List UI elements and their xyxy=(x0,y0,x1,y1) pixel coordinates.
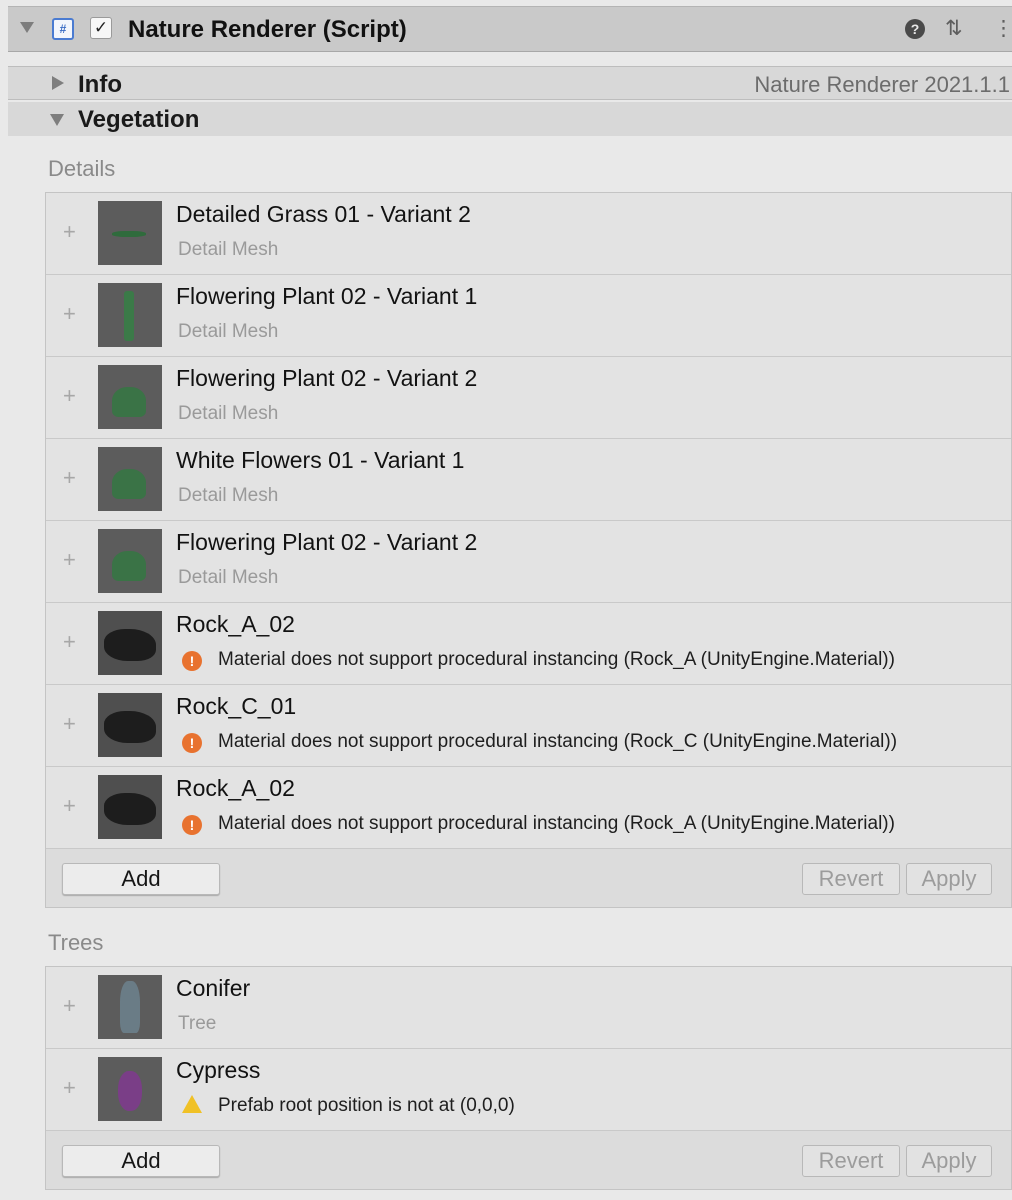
trees-list: + Conifer Tree + Cypress Prefab root pos… xyxy=(45,966,1012,1190)
plus-icon[interactable]: + xyxy=(63,711,76,737)
item-type: Detail Mesh xyxy=(178,485,279,506)
plus-icon[interactable]: + xyxy=(63,465,76,491)
mesh-thumbnail xyxy=(98,693,162,757)
mesh-thumbnail xyxy=(98,283,162,347)
vegetation-label: Vegetation xyxy=(78,106,200,133)
item-name: Rock_C_01 xyxy=(176,693,297,719)
mesh-thumbnail xyxy=(98,529,162,593)
item-type: Detail Mesh xyxy=(178,567,279,588)
details-list: + Detailed Grass 01 - Variant 2 Detail M… xyxy=(45,192,1012,908)
plus-icon[interactable]: + xyxy=(63,219,76,245)
revert-button[interactable]: Revert xyxy=(802,1145,900,1177)
error-message: Material does not support procedural ins… xyxy=(218,813,895,834)
item-name: Detailed Grass 01 - Variant 2 xyxy=(176,201,471,227)
list-item[interactable]: + Flowering Plant 02 - Variant 2 Detail … xyxy=(46,357,1011,439)
item-name: Conifer xyxy=(176,975,251,1001)
apply-button[interactable]: Apply xyxy=(906,863,992,895)
error-icon: ! xyxy=(182,815,202,835)
details-label: Details xyxy=(48,156,116,181)
item-type: Detail Mesh xyxy=(178,403,279,424)
tree-thumbnail xyxy=(98,1057,162,1121)
collapsed-arrow-icon[interactable] xyxy=(52,76,64,90)
item-name: Flowering Plant 02 - Variant 1 xyxy=(176,283,478,309)
item-name: Flowering Plant 02 - Variant 2 xyxy=(176,365,478,391)
item-type: Detail Mesh xyxy=(178,239,279,260)
component-title: Nature Renderer (Script) xyxy=(128,16,407,43)
csharp-script-icon: # xyxy=(52,18,74,40)
plus-icon[interactable]: + xyxy=(63,793,76,819)
details-footer: Add Revert Apply xyxy=(46,849,1011,907)
list-item[interactable]: + Rock_C_01 ! Material does not support … xyxy=(46,685,1011,767)
list-item[interactable]: + Flowering Plant 02 - Variant 2 Detail … xyxy=(46,521,1011,603)
mesh-thumbnail xyxy=(98,447,162,511)
mesh-thumbnail xyxy=(98,611,162,675)
plus-icon[interactable]: + xyxy=(63,629,76,655)
item-name: Rock_A_02 xyxy=(176,611,295,637)
info-label: Info xyxy=(78,71,122,98)
error-icon: ! xyxy=(182,651,202,671)
trees-label: Trees xyxy=(48,930,104,955)
warning-icon xyxy=(182,1095,202,1113)
add-button[interactable]: Add xyxy=(62,863,220,895)
plus-icon[interactable]: + xyxy=(63,301,76,327)
revert-button[interactable]: Revert xyxy=(802,863,900,895)
help-icon[interactable]: ? xyxy=(905,19,925,39)
item-name: Rock_A_02 xyxy=(176,775,295,801)
list-item[interactable]: + Rock_A_02 ! Material does not support … xyxy=(46,767,1011,849)
item-name: Cypress xyxy=(176,1057,261,1083)
vegetation-foldout[interactable]: Vegetation xyxy=(8,102,1012,136)
plus-icon[interactable]: + xyxy=(63,1075,76,1101)
list-item[interactable]: + White Flowers 01 - Variant 1 Detail Me… xyxy=(46,439,1011,521)
preset-icon[interactable]: ⇅ xyxy=(945,15,963,43)
version-label: Nature Renderer 2021.1.1 xyxy=(754,72,1010,97)
apply-button[interactable]: Apply xyxy=(906,1145,992,1177)
expanded-arrow-icon[interactable] xyxy=(50,114,64,126)
item-name: White Flowers 01 - Variant 1 xyxy=(176,447,465,473)
item-type: Detail Mesh xyxy=(178,321,279,342)
error-message: Material does not support procedural ins… xyxy=(218,731,898,752)
plus-icon[interactable]: + xyxy=(63,993,76,1019)
mesh-thumbnail xyxy=(98,775,162,839)
list-item[interactable]: + Rock_A_02 ! Material does not support … xyxy=(46,603,1011,685)
mesh-thumbnail xyxy=(98,365,162,429)
list-item[interactable]: + Conifer Tree xyxy=(46,967,1011,1049)
warning-message: Prefab root position is not at (0,0,0) xyxy=(218,1095,515,1116)
add-button[interactable]: Add xyxy=(62,1145,220,1177)
plus-icon[interactable]: + xyxy=(63,547,76,573)
list-item[interactable]: + Cypress Prefab root position is not at… xyxy=(46,1049,1011,1131)
kebab-menu-icon[interactable]: ⋮ xyxy=(993,15,1012,43)
enable-checkbox[interactable]: ✓ xyxy=(90,17,112,39)
error-icon: ! xyxy=(182,733,202,753)
component-header[interactable]: # ✓ Nature Renderer (Script) ? ⇅ ⋮ xyxy=(8,6,1012,52)
trees-footer: Add Revert Apply xyxy=(46,1131,1011,1189)
tree-thumbnail xyxy=(98,975,162,1039)
list-item[interactable]: + Detailed Grass 01 - Variant 2 Detail M… xyxy=(46,193,1011,275)
list-item[interactable]: + Flowering Plant 02 - Variant 1 Detail … xyxy=(46,275,1011,357)
info-foldout[interactable]: Info Nature Renderer 2021.1.1 xyxy=(8,66,1012,100)
fold-arrow-icon[interactable] xyxy=(20,22,34,33)
item-name: Flowering Plant 02 - Variant 2 xyxy=(176,529,478,555)
item-type: Tree xyxy=(178,1013,217,1034)
mesh-thumbnail xyxy=(98,201,162,265)
error-message: Material does not support procedural ins… xyxy=(218,649,895,670)
plus-icon[interactable]: + xyxy=(63,383,76,409)
